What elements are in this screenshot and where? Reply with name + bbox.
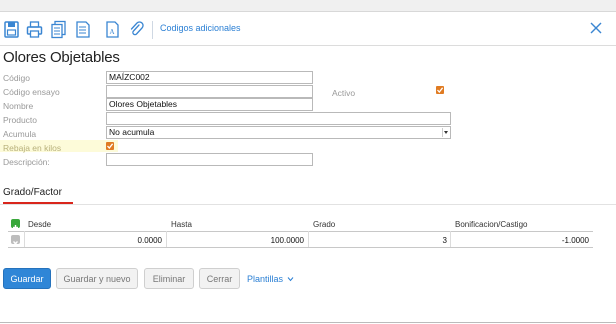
eliminar-button[interactable]: Eliminar — [144, 268, 194, 289]
acumula-label: Acumula — [3, 129, 37, 139]
column-header-bonificacion: Bonificacion/Castigo — [455, 220, 528, 229]
chevron-down-icon — [287, 277, 293, 282]
guardar-y-nuevo-button[interactable]: Guardar y nuevo — [56, 268, 138, 289]
page-title: Olores Objetables — [3, 49, 120, 66]
column-header-grado: Grado — [313, 220, 336, 229]
codigo-ensayo-label: Código ensayo — [3, 87, 60, 97]
grid-col-divider — [450, 231, 451, 247]
codigo-label: Código — [3, 73, 30, 83]
activo-checkbox[interactable] — [436, 86, 444, 94]
tab-grado-factor[interactable]: Grado/Factor — [3, 187, 62, 198]
bottom-border — [0, 322, 616, 323]
print-icon[interactable] — [26, 20, 43, 39]
rebaja-label: Rebaja en kilos — [3, 143, 62, 153]
column-header-desde: Desde — [28, 220, 52, 229]
activo-label: Activo — [332, 88, 356, 98]
guardar-button[interactable]: Guardar — [3, 268, 51, 289]
plantillas-dropdown[interactable]: Plantillas — [247, 274, 294, 284]
document-list-icon[interactable] — [74, 20, 91, 39]
pdf-file-icon[interactable]: A — [104, 20, 121, 39]
codigos-adicionales-link[interactable]: Codigos adicionales — [160, 23, 241, 33]
column-header-hasta: Hasta — [171, 220, 192, 229]
cell-hasta[interactable]: 100.0000 — [168, 236, 304, 245]
cell-desde[interactable]: 0.0000 — [26, 236, 162, 245]
close-icon[interactable] — [588, 20, 604, 36]
descripcion-field[interactable] — [106, 153, 313, 166]
acumula-selected-value: No acumula — [109, 127, 155, 137]
grid-col-divider — [308, 231, 309, 247]
cell-bonificacion[interactable]: -1.0000 — [452, 236, 589, 245]
add-row-button[interactable] — [11, 219, 20, 230]
nombre-field[interactable]: Olores Objetables — [106, 98, 313, 111]
svg-text:A: A — [110, 28, 115, 36]
toolbar-separator — [152, 21, 153, 39]
plantillas-label: Plantillas — [247, 274, 284, 284]
copy-document-icon[interactable] — [50, 20, 67, 39]
delete-row-button[interactable] — [11, 235, 20, 246]
grid-col-divider — [166, 231, 167, 247]
tab-bar-divider — [0, 204, 616, 205]
acumula-select[interactable]: No acumula — [106, 126, 451, 139]
codigo-field[interactable]: MAÍZC002 — [106, 71, 313, 84]
codigo-ensayo-field[interactable] — [106, 85, 313, 98]
producto-field[interactable] — [106, 112, 451, 125]
toolbar: A Codigos adicionales — [0, 15, 616, 46]
producto-label: Producto — [3, 115, 38, 125]
cell-grado[interactable]: 3 — [310, 236, 447, 245]
grid-row-top-border — [8, 231, 593, 232]
cerrar-button[interactable]: Cerrar — [199, 268, 240, 289]
chevron-down-icon[interactable] — [442, 128, 449, 137]
grid-row-bottom-border — [8, 247, 593, 248]
attachment-icon[interactable] — [128, 20, 145, 39]
grid-col-divider — [24, 231, 25, 247]
window-top-strip — [0, 0, 616, 12]
save-icon[interactable] — [3, 20, 20, 39]
nombre-label: Nombre — [3, 101, 34, 111]
descripcion-label: Descripción: — [3, 157, 50, 167]
rebaja-checkbox[interactable] — [106, 142, 114, 150]
